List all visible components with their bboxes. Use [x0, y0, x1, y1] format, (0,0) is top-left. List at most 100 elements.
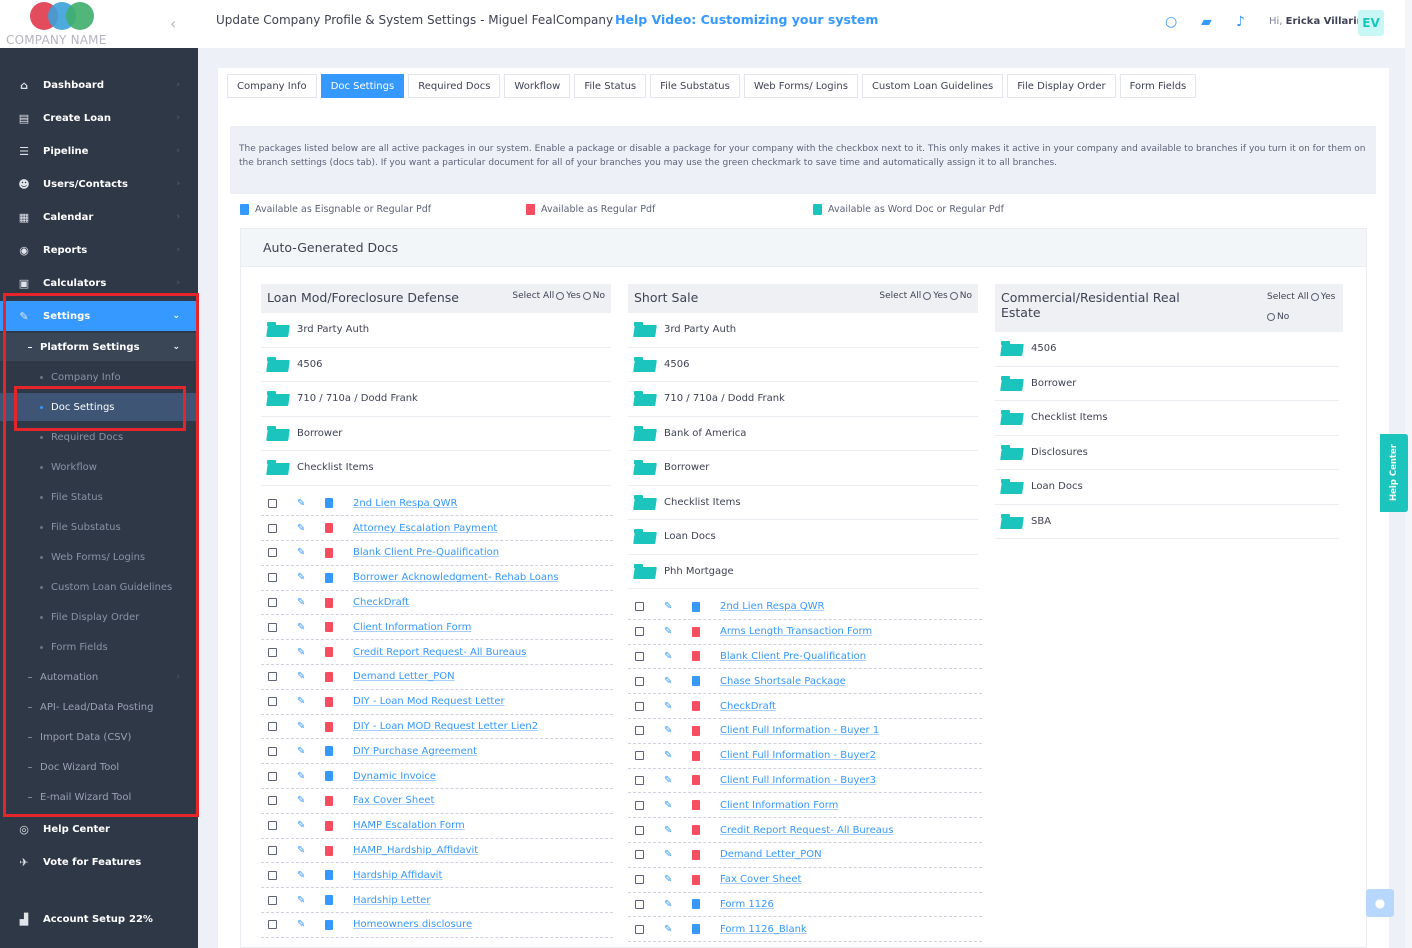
- tab-doc-settings[interactable]: Doc Settings: [320, 74, 405, 98]
- doc-link[interactable]: 2nd Lien Respa QWR: [353, 498, 457, 509]
- company-logo[interactable]: [30, 2, 96, 32]
- avatar[interactable]: EV: [1358, 10, 1384, 36]
- edit-icon[interactable]: ✎: [664, 676, 674, 687]
- tab-file-status[interactable]: File Status: [574, 74, 647, 98]
- select-all-no-radio[interactable]: [582, 292, 591, 300]
- doc-link[interactable]: Blank Client Pre-Qualification: [353, 547, 499, 558]
- sidebar-item-dashboard[interactable]: ⌂ Dashboard ›: [0, 70, 198, 100]
- sidebar-item-pipeline[interactable]: ☰ Pipeline ›: [0, 136, 198, 166]
- sidebar-item-reports[interactable]: ◉ Reports ›: [0, 235, 198, 265]
- doc-checkbox[interactable]: [635, 627, 644, 637]
- edit-icon[interactable]: ✎: [664, 725, 674, 736]
- tab-file-display-order[interactable]: File Display Order: [1007, 74, 1116, 98]
- doc-checkbox[interactable]: [268, 920, 277, 930]
- doc-link[interactable]: DIY - Loan Mod Request Letter: [353, 696, 505, 707]
- doc-link[interactable]: Borrower Acknowledgment- Rehab Loans: [353, 572, 559, 583]
- edit-icon[interactable]: ✎: [664, 899, 674, 910]
- edit-icon[interactable]: ✎: [297, 696, 307, 707]
- tab-required-docs[interactable]: Required Docs: [408, 74, 501, 98]
- doc-link[interactable]: Demand Letter_PON: [353, 671, 455, 682]
- edit-icon[interactable]: ✎: [297, 870, 307, 881]
- doc-link[interactable]: Form 1126_Blank: [720, 924, 807, 935]
- doc-checkbox[interactable]: [635, 924, 644, 934]
- help-center-tab[interactable]: Help Center: [1380, 434, 1408, 512]
- doc-link[interactable]: Form 1126: [720, 899, 774, 910]
- edit-icon[interactable]: ✎: [297, 572, 307, 583]
- doc-checkbox[interactable]: [268, 598, 277, 608]
- doc-checkbox[interactable]: [268, 746, 277, 756]
- doc-checkbox[interactable]: [268, 622, 277, 632]
- doc-checkbox[interactable]: [268, 846, 277, 856]
- sidebar-toggle-icon[interactable]: ‹: [170, 14, 176, 33]
- tab-custom-loan-guidelines[interactable]: Custom Loan Guidelines: [861, 74, 1004, 98]
- doc-checkbox[interactable]: [635, 726, 644, 736]
- edit-icon[interactable]: ✎: [664, 825, 674, 836]
- tab-company-info[interactable]: Company Info: [227, 74, 317, 98]
- search-icon[interactable]: ○: [1165, 14, 1177, 30]
- doc-checkbox[interactable]: [635, 751, 644, 761]
- doc-checkbox[interactable]: [268, 722, 277, 732]
- folder-item[interactable]: Loan Docs: [995, 470, 1339, 505]
- doc-checkbox[interactable]: [635, 701, 644, 711]
- edit-icon[interactable]: ✎: [297, 597, 307, 608]
- doc-link[interactable]: Client Information Form: [353, 622, 471, 633]
- sidebar-item-users-contacts[interactable]: ☻ Users/Contacts ›: [0, 169, 198, 199]
- sidebar-item-help-center[interactable]: ◎ Help Center: [0, 814, 198, 844]
- doc-checkbox[interactable]: [635, 676, 644, 686]
- folder-item[interactable]: 3rd Party Auth: [261, 313, 611, 348]
- doc-link[interactable]: Client Full Information - Buyer3: [720, 775, 876, 786]
- doc-link[interactable]: Hardship Letter: [353, 895, 430, 906]
- folder-item[interactable]: Disclosures: [995, 436, 1339, 470]
- doc-checkbox[interactable]: [635, 825, 644, 835]
- edit-icon[interactable]: ✎: [297, 547, 307, 558]
- sidebar-item-create-loan[interactable]: ▤ Create Loan ›: [0, 103, 198, 133]
- edit-icon[interactable]: ✎: [297, 919, 307, 930]
- bell-icon[interactable]: ♪: [1236, 14, 1245, 30]
- folder-item[interactable]: Loan Docs: [628, 520, 978, 555]
- edit-icon[interactable]: ✎: [297, 721, 307, 732]
- edit-icon[interactable]: ✎: [664, 626, 674, 637]
- edit-icon[interactable]: ✎: [664, 775, 674, 786]
- doc-link[interactable]: HAMP_Hardship_Affidavit: [353, 845, 478, 856]
- help-video-link[interactable]: Help Video: Customizing your system: [615, 12, 878, 27]
- folder-item[interactable]: Borrower: [995, 367, 1339, 401]
- doc-link[interactable]: Client Full Information - Buyer2: [720, 750, 876, 761]
- doc-checkbox[interactable]: [635, 602, 644, 612]
- sidebar-item-calendar[interactable]: ▦ Calendar ›: [0, 202, 198, 232]
- doc-checkbox[interactable]: [268, 697, 277, 707]
- edit-icon[interactable]: ✎: [297, 622, 307, 633]
- doc-checkbox[interactable]: [635, 775, 644, 785]
- edit-icon[interactable]: ✎: [664, 874, 674, 885]
- doc-link[interactable]: Hardship Affidavit: [353, 870, 442, 881]
- folder-item[interactable]: Borrower: [628, 451, 978, 486]
- doc-link[interactable]: Client Full Information - Buyer 1: [720, 725, 879, 736]
- folder-item[interactable]: Checklist Items: [261, 451, 611, 486]
- edit-icon[interactable]: ✎: [297, 771, 307, 782]
- doc-checkbox[interactable]: [268, 548, 277, 558]
- doc-checkbox[interactable]: [268, 498, 277, 508]
- doc-link[interactable]: Demand Letter_PON: [720, 849, 822, 860]
- edit-icon[interactable]: ✎: [664, 924, 674, 935]
- doc-link[interactable]: Homeowners disclosure: [353, 919, 472, 930]
- doc-link[interactable]: Credit Report Request- All Bureaus: [353, 647, 526, 658]
- doc-link[interactable]: Arms Length Transaction Form: [720, 626, 872, 637]
- sidebar-item-account-setup[interactable]: ▟ Account Setup 22%: [0, 904, 198, 934]
- doc-checkbox[interactable]: [635, 899, 644, 909]
- folder-item[interactable]: SBA: [995, 505, 1339, 539]
- sidebar-item-vote-for-features[interactable]: ✈ Vote for Features: [0, 847, 198, 877]
- folder-item[interactable]: Checklist Items: [628, 486, 978, 520]
- folder-item[interactable]: Checklist Items: [995, 401, 1339, 436]
- select-all-yes-radio[interactable]: [923, 292, 932, 300]
- doc-checkbox[interactable]: [635, 875, 644, 885]
- doc-checkbox[interactable]: [268, 647, 277, 657]
- doc-checkbox[interactable]: [635, 800, 644, 810]
- doc-checkbox[interactable]: [635, 651, 644, 661]
- edit-icon[interactable]: ✎: [297, 523, 307, 534]
- scroll-top-icon[interactable]: ●: [1366, 889, 1394, 917]
- select-all-no-radio[interactable]: [1267, 313, 1275, 321]
- doc-link[interactable]: Client Information Form: [720, 800, 838, 811]
- select-all-yes-radio[interactable]: [556, 292, 565, 300]
- doc-link[interactable]: Fax Cover Sheet: [353, 795, 434, 806]
- doc-checkbox[interactable]: [268, 771, 277, 781]
- notes-icon[interactable]: ▰: [1201, 14, 1212, 30]
